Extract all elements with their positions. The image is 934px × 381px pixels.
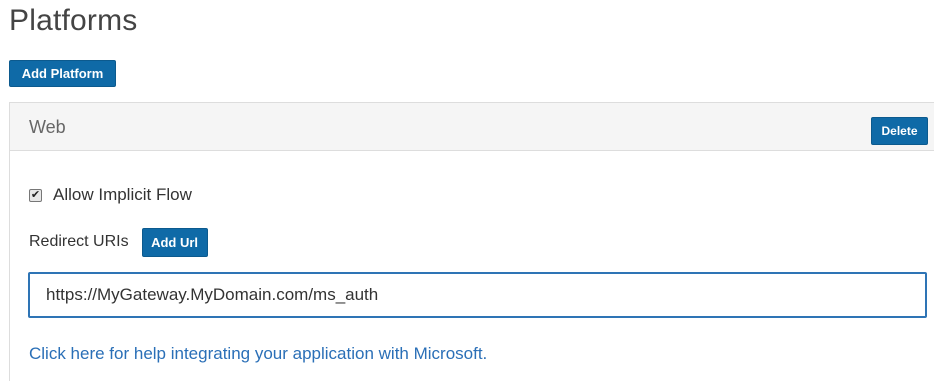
platform-name: Web bbox=[29, 117, 66, 137]
help-integration-link[interactable]: Click here for help integrating your app… bbox=[29, 343, 487, 365]
add-url-button[interactable]: Add Url bbox=[141, 227, 208, 257]
panel-header: Web Delete bbox=[10, 103, 934, 151]
redirect-uris-row: Redirect URIs Add Url bbox=[29, 227, 208, 257]
allow-implicit-flow-checkbox[interactable]: ✔ bbox=[29, 188, 42, 202]
platform-panel-web: Web Delete ✔ Allow Implicit Flow Redirec… bbox=[9, 102, 934, 381]
check-icon: ✔ bbox=[30, 188, 41, 201]
delete-platform-button[interactable]: Delete bbox=[871, 117, 928, 145]
redirect-uris-label: Redirect URIs bbox=[29, 233, 129, 250]
page-title: Platforms bbox=[9, 4, 138, 37]
redirect-uri-input[interactable] bbox=[28, 272, 927, 318]
allow-implicit-flow-row: ✔ Allow Implicit Flow bbox=[29, 185, 192, 205]
add-platform-button[interactable]: Add Platform bbox=[9, 60, 116, 87]
platforms-page: Platforms Add Platform Web Delete ✔ Allo… bbox=[0, 0, 934, 381]
allow-implicit-flow-label: Allow Implicit Flow bbox=[53, 185, 192, 204]
